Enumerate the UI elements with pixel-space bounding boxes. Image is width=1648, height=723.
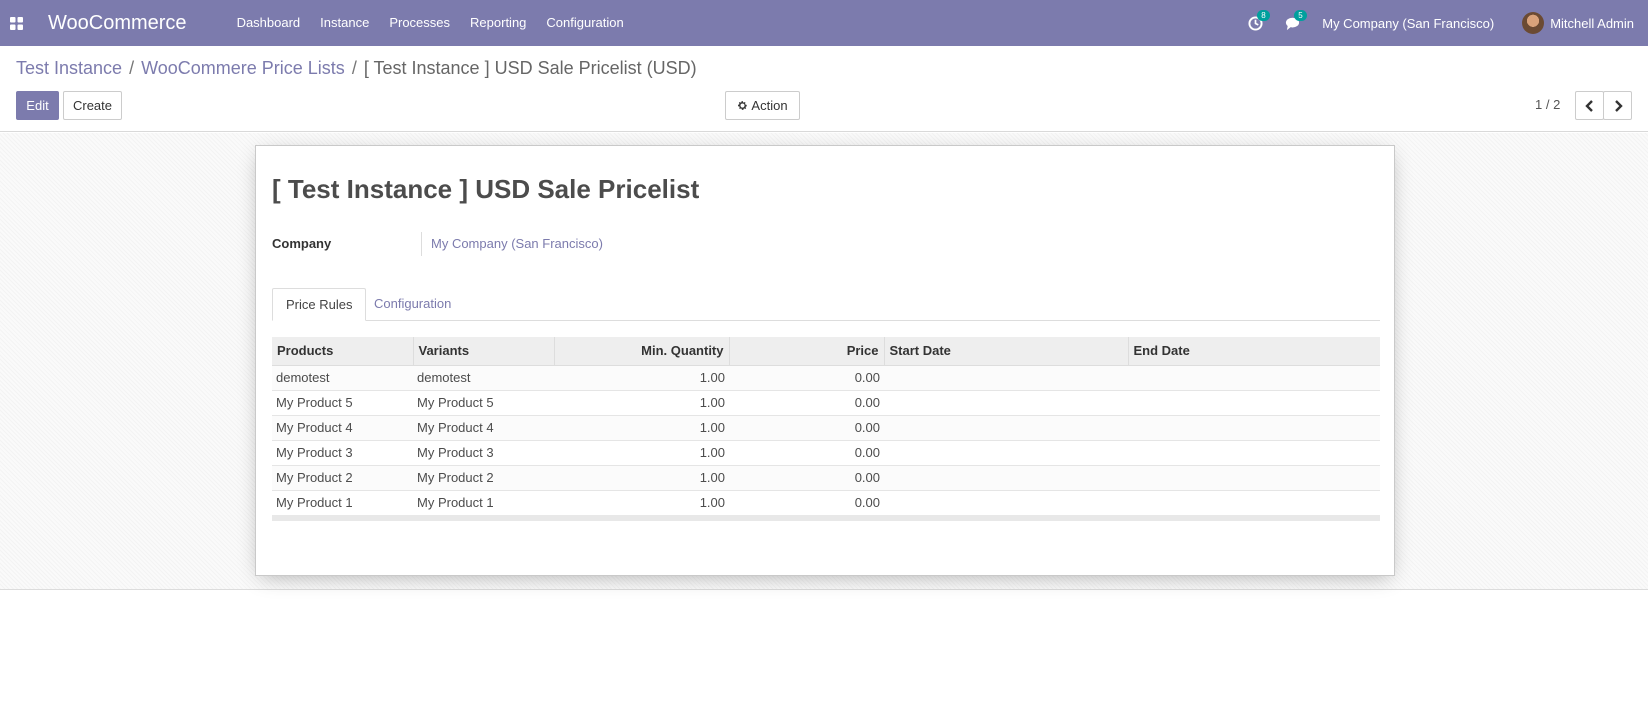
cell-price: 0.00 bbox=[729, 414, 884, 440]
column-header-end-date[interactable]: End Date bbox=[1127, 337, 1380, 366]
messages-icon[interactable]: 5 bbox=[1285, 9, 1307, 31]
cell-end-date bbox=[1128, 414, 1380, 440]
top-navbar: WooCommerce Dashboard Instance Processes… bbox=[0, 0, 1648, 46]
systray: 8 5 My Company (San Francisco) Mitchell … bbox=[1248, 0, 1648, 46]
table-row[interactable]: My Product 1 My Product 1 1.00 0.00 bbox=[272, 489, 1380, 515]
cell-min-quantity: 1.00 bbox=[554, 389, 729, 415]
control-panel: Test Instance / WooCommere Price Lists /… bbox=[0, 46, 1648, 132]
cell-end-date bbox=[1128, 364, 1380, 390]
cell-min-quantity: 1.00 bbox=[554, 364, 729, 390]
form-sheet: [ Test Instance ] USD Sale Pricelist Com… bbox=[255, 145, 1395, 576]
menu-item-reporting[interactable]: Reporting bbox=[460, 0, 536, 46]
company-field-link[interactable]: My Company (San Francisco) bbox=[431, 236, 603, 251]
cell-start-date bbox=[884, 439, 1128, 465]
price-rules-table: Products Variants Min. Quantity Price St… bbox=[272, 337, 1380, 515]
cell-price: 0.00 bbox=[729, 389, 884, 415]
cell-variant: My Product 4 bbox=[413, 414, 554, 440]
table-footer bbox=[272, 515, 1380, 521]
breadcrumb-current: [ Test Instance ] USD Sale Pricelist (US… bbox=[363, 58, 697, 78]
cell-end-date bbox=[1128, 439, 1380, 465]
table-row[interactable]: demotest demotest 1.00 0.00 bbox=[272, 364, 1380, 390]
breadcrumb-separator: / bbox=[351, 58, 357, 78]
gear-icon bbox=[738, 101, 748, 110]
avatar bbox=[1522, 12, 1545, 34]
cell-min-quantity: 1.00 bbox=[554, 464, 729, 490]
cell-start-date bbox=[884, 464, 1128, 490]
breadcrumb: Test Instance / WooCommere Price Lists /… bbox=[16, 58, 697, 79]
action-button[interactable]: Action bbox=[725, 91, 800, 120]
cell-variant: My Product 2 bbox=[413, 464, 554, 490]
cell-product: My Product 5 bbox=[272, 389, 413, 415]
cell-price: 0.00 bbox=[729, 364, 884, 390]
cell-variant: My Product 5 bbox=[413, 389, 554, 415]
breadcrumb-separator: / bbox=[129, 58, 135, 78]
cell-start-date bbox=[884, 414, 1128, 440]
column-header-products[interactable]: Products bbox=[272, 337, 413, 366]
cell-price: 0.00 bbox=[729, 439, 884, 465]
menu-item-dashboard[interactable]: Dashboard bbox=[227, 0, 311, 46]
cell-product: My Product 1 bbox=[272, 489, 413, 515]
column-header-start-date[interactable]: Start Date bbox=[883, 337, 1128, 366]
cell-start-date bbox=[884, 389, 1128, 415]
activity-icon[interactable]: 8 bbox=[1248, 9, 1270, 31]
cell-start-date bbox=[884, 489, 1128, 515]
menu-item-configuration[interactable]: Configuration bbox=[536, 0, 633, 46]
user-menu[interactable]: Mitchell Admin bbox=[1522, 12, 1634, 34]
column-header-variants[interactable]: Variants bbox=[412, 337, 554, 366]
pager-previous-button[interactable] bbox=[1575, 91, 1604, 120]
column-header-price[interactable]: Price bbox=[728, 337, 884, 366]
cell-product: demotest bbox=[272, 364, 413, 390]
chevron-right-icon bbox=[1614, 99, 1623, 112]
cell-end-date bbox=[1128, 464, 1380, 490]
table-row[interactable]: My Product 2 My Product 2 1.00 0.00 bbox=[272, 464, 1380, 490]
cell-price: 0.00 bbox=[729, 464, 884, 490]
cell-end-date bbox=[1128, 389, 1380, 415]
cell-variant: My Product 1 bbox=[413, 489, 554, 515]
record-title: [ Test Instance ] USD Sale Pricelist bbox=[272, 174, 700, 204]
pager-next-button[interactable] bbox=[1603, 91, 1632, 120]
chevron-left-icon bbox=[1584, 99, 1593, 112]
cell-product: My Product 2 bbox=[272, 464, 413, 490]
action-button-label: Action bbox=[751, 98, 788, 113]
table-row[interactable]: My Product 5 My Product 5 1.00 0.00 bbox=[272, 389, 1380, 415]
cell-min-quantity: 1.00 bbox=[554, 489, 729, 515]
menu-item-processes[interactable]: Processes bbox=[379, 0, 460, 46]
tab-price-rules[interactable]: Price Rules bbox=[272, 288, 367, 321]
column-header-min-quantity[interactable]: Min. Quantity bbox=[553, 337, 729, 366]
cell-start-date bbox=[884, 364, 1128, 390]
cell-min-quantity: 1.00 bbox=[554, 414, 729, 440]
company-label: Company bbox=[272, 236, 332, 251]
table-header-row: Products Variants Min. Quantity Price St… bbox=[272, 337, 1380, 366]
cell-product: My Product 3 bbox=[272, 439, 413, 465]
cell-variant: My Product 3 bbox=[413, 439, 554, 465]
cell-product: My Product 4 bbox=[272, 414, 413, 440]
notebook-tabs: Price Rules Configuration bbox=[272, 288, 1380, 321]
company-switcher[interactable]: My Company (San Francisco) bbox=[1322, 16, 1494, 31]
breadcrumb-price-lists[interactable]: WooCommere Price Lists bbox=[141, 58, 345, 79]
create-button[interactable]: Create bbox=[63, 91, 122, 120]
cell-min-quantity: 1.00 bbox=[554, 439, 729, 465]
breadcrumb-test-instance[interactable]: Test Instance bbox=[16, 58, 122, 79]
app-brand[interactable]: WooCommerce bbox=[48, 12, 187, 35]
menu-item-instance[interactable]: Instance bbox=[310, 0, 379, 46]
table-row[interactable]: My Product 4 My Product 4 1.00 0.00 bbox=[272, 414, 1380, 440]
cell-price: 0.00 bbox=[729, 489, 884, 515]
user-name: Mitchell Admin bbox=[1550, 15, 1634, 31]
activity-count-badge: 8 bbox=[1257, 9, 1270, 21]
edit-button[interactable]: Edit bbox=[16, 91, 59, 120]
field-divider bbox=[421, 232, 422, 256]
message-count-badge: 5 bbox=[1294, 9, 1307, 21]
tab-configuration[interactable]: Configuration bbox=[361, 288, 464, 321]
table-row[interactable]: My Product 3 My Product 3 1.00 0.00 bbox=[272, 439, 1380, 465]
apps-menu-icon[interactable] bbox=[0, 0, 32, 46]
cell-end-date bbox=[1128, 489, 1380, 515]
cell-variant: demotest bbox=[413, 364, 554, 390]
pager-value[interactable]: 1 / 2 bbox=[1535, 97, 1560, 112]
main-menu: Dashboard Instance Processes Reporting C… bbox=[227, 0, 634, 46]
